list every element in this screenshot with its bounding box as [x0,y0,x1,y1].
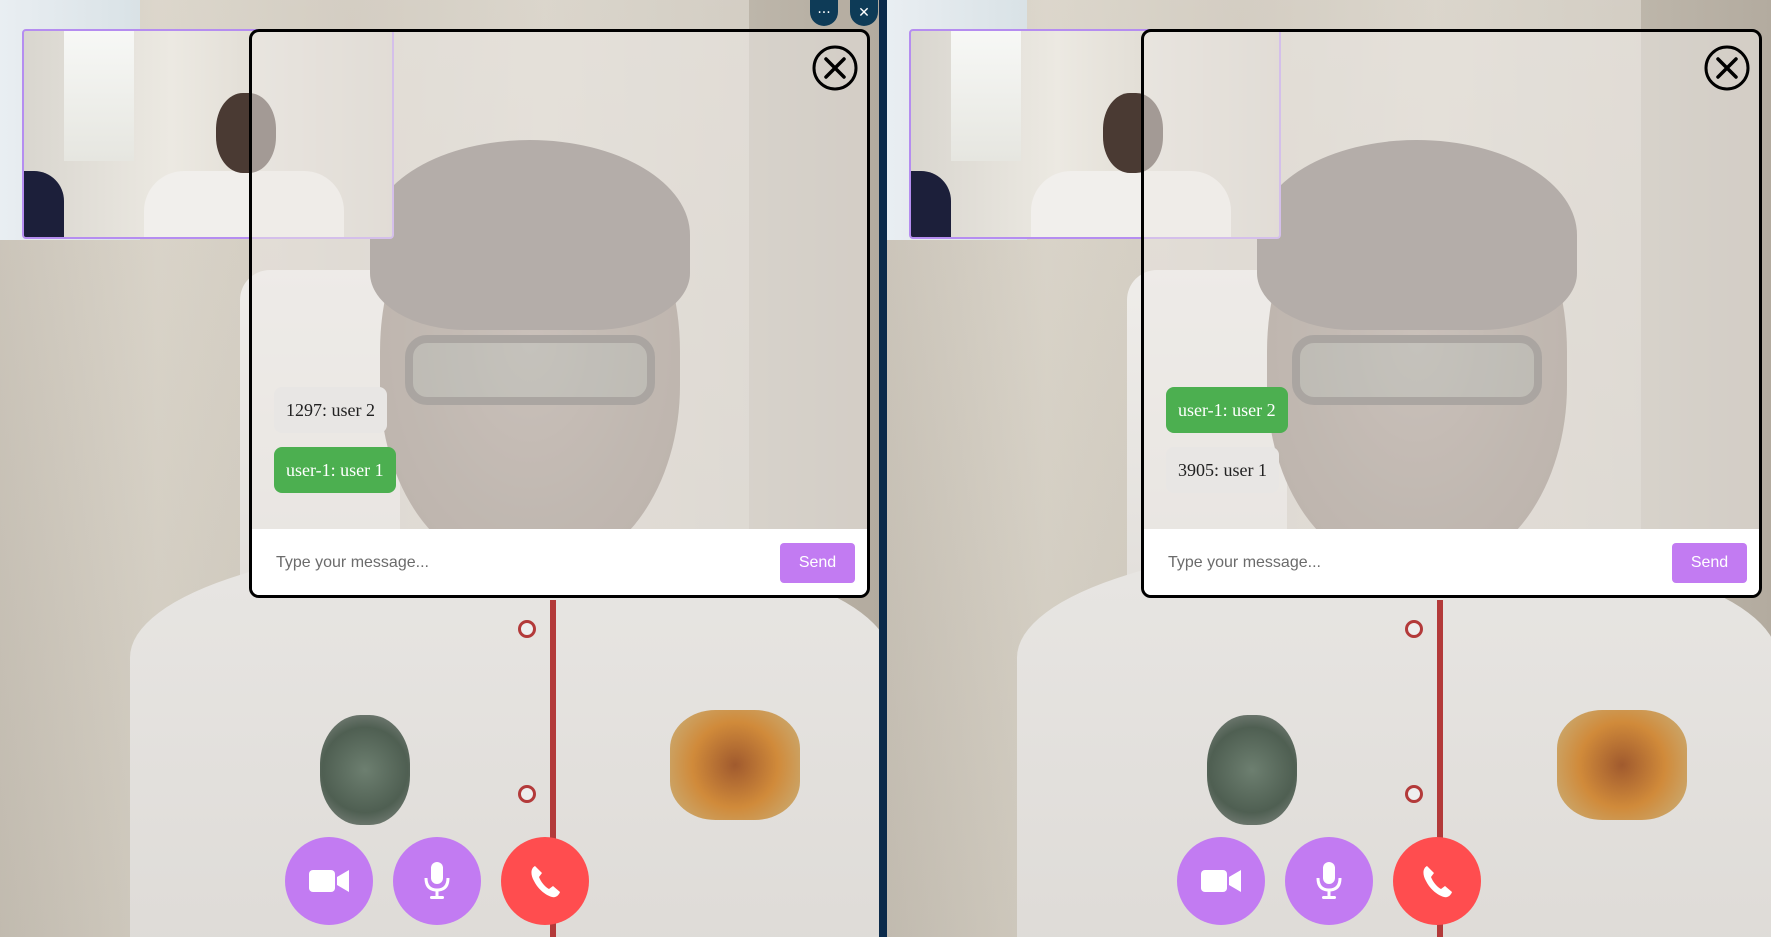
chat-message: 1297: user 2 [274,387,387,433]
message-input[interactable] [274,545,758,581]
call-pane-left: 1297: user 2 user-1: user 1 Send [0,0,879,937]
microphone-icon [1316,862,1342,899]
send-button[interactable]: Send [1672,543,1747,583]
send-button[interactable]: Send [780,543,855,583]
hang-up-button[interactable] [501,837,589,925]
toggle-microphone-button[interactable] [1285,837,1373,925]
call-pane-right: user-1: user 2 3905: user 1 Send [887,0,1771,937]
message-composer: Send [252,529,867,595]
chat-panel: 1297: user 2 user-1: user 1 Send [249,29,870,598]
chat-close-icon[interactable] [1703,44,1751,92]
message-composer: Send [1144,529,1759,595]
message-list: 1297: user 2 user-1: user 1 [274,387,396,493]
phone-hangup-icon [531,866,560,898]
pane-divider [879,0,887,937]
call-controls [285,837,589,925]
message-input[interactable] [1166,545,1650,581]
chat-message: user-1: user 1 [274,447,396,493]
chat-message: user-1: user 2 [1166,387,1288,433]
phone-hangup-icon [1423,866,1452,898]
chat-message: 3905: user 1 [1166,447,1279,493]
microphone-icon [424,862,450,899]
toggle-camera-button[interactable] [1177,837,1265,925]
toggle-camera-button[interactable] [285,837,373,925]
video-camera-icon [309,870,349,892]
chat-close-icon[interactable] [811,44,859,92]
video-camera-icon [1201,870,1241,892]
chat-panel: user-1: user 2 3905: user 1 Send [1141,29,1762,598]
hang-up-button[interactable] [1393,837,1481,925]
call-controls [1177,837,1481,925]
toggle-microphone-button[interactable] [393,837,481,925]
message-list: user-1: user 2 3905: user 1 [1166,387,1288,493]
